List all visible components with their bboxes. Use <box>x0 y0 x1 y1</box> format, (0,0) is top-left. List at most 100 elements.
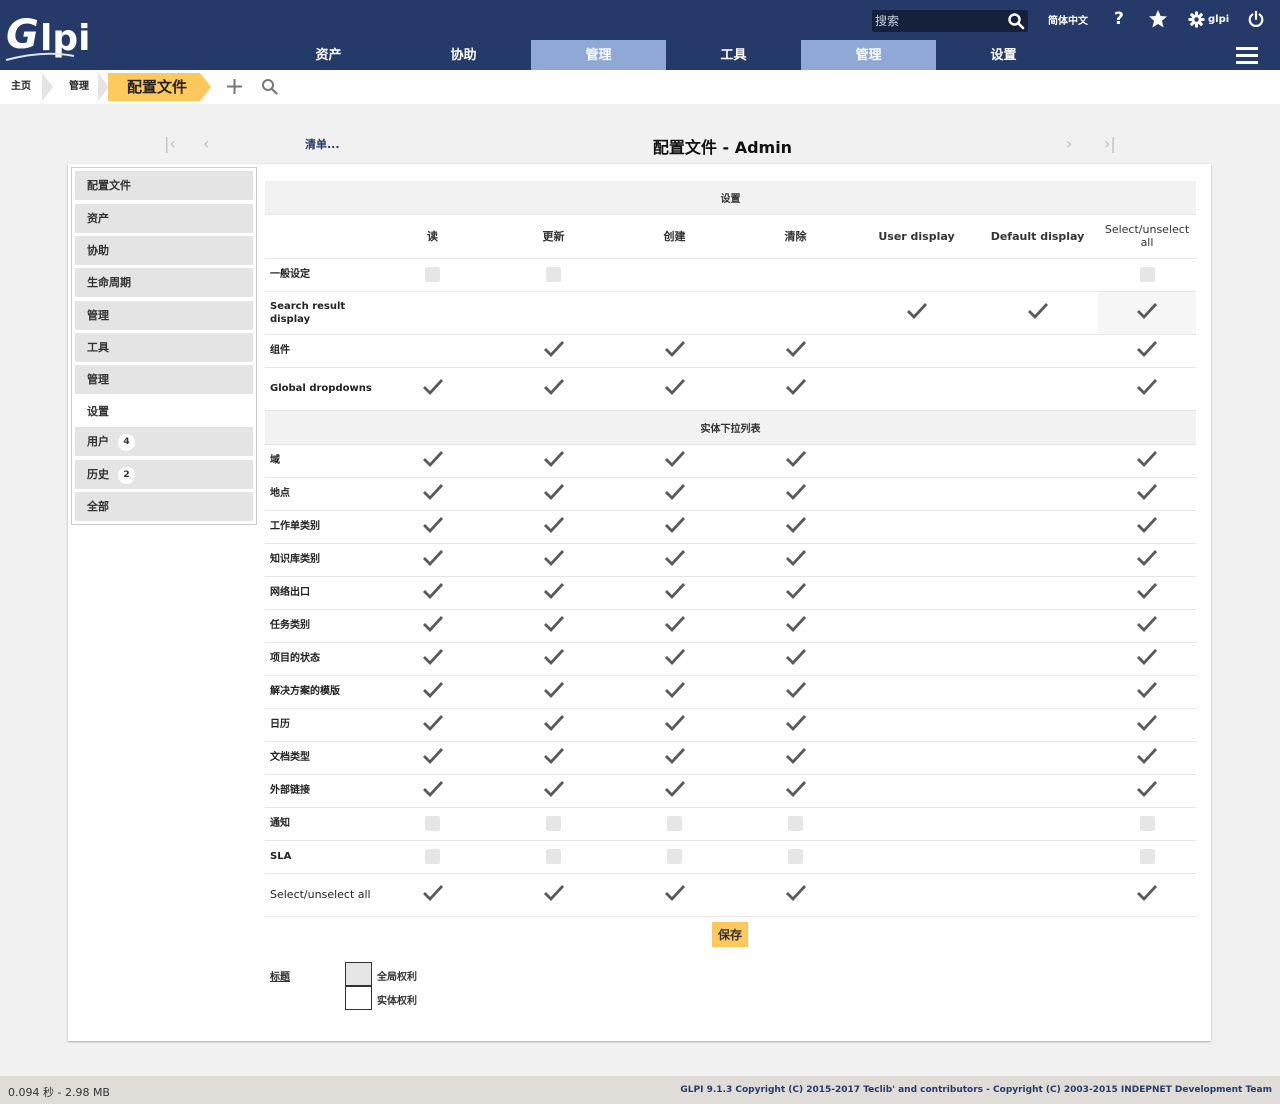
checkmark-icon[interactable] <box>785 715 807 735</box>
tab-profile[interactable]: 配置文件 <box>75 171 253 200</box>
checkmark-icon[interactable] <box>543 781 565 801</box>
checkmark-icon[interactable] <box>422 781 444 801</box>
checkmark-icon[interactable] <box>1136 583 1158 603</box>
tab-management[interactable]: 管理 <box>75 301 253 330</box>
checkmark-icon[interactable] <box>1136 616 1158 636</box>
checkmark-icon[interactable] <box>1136 682 1158 702</box>
tab-history[interactable]: 历史 2 <box>75 460 253 489</box>
checkmark-icon[interactable] <box>543 341 565 361</box>
checkmark-icon[interactable] <box>664 341 686 361</box>
checkmark-icon[interactable] <box>906 303 928 323</box>
menu-assets[interactable]: 资产 <box>261 40 396 70</box>
checkmark-icon[interactable] <box>785 616 807 636</box>
tab-administration[interactable]: 管理 <box>75 365 253 394</box>
glpi-logo[interactable]: G lpi <box>4 4 104 66</box>
checkmark-icon[interactable] <box>664 649 686 669</box>
star-icon[interactable] <box>1148 9 1168 29</box>
checkmark-icon[interactable] <box>664 517 686 537</box>
checkmark-icon[interactable] <box>422 748 444 768</box>
checkmark-icon[interactable] <box>543 748 565 768</box>
search-icon[interactable] <box>261 78 278 95</box>
checkmark-icon[interactable] <box>543 517 565 537</box>
checkmark-icon[interactable] <box>1136 451 1158 471</box>
breadcrumb-current[interactable]: 配置文件 <box>108 73 200 101</box>
hamburger-menu-icon[interactable] <box>1236 47 1258 65</box>
checkmark-icon[interactable] <box>1136 550 1158 570</box>
checkmark-icon[interactable] <box>422 649 444 669</box>
checkbox[interactable] <box>788 816 803 831</box>
checkbox[interactable] <box>425 816 440 831</box>
checkmark-icon[interactable] <box>422 379 444 399</box>
checkmark-icon[interactable] <box>543 550 565 570</box>
search-input[interactable] <box>875 12 1001 30</box>
checkmark-icon[interactable] <box>785 379 807 399</box>
tab-setup[interactable]: 设置 <box>75 397 253 426</box>
checkmark-icon[interactable] <box>1136 748 1158 768</box>
checkmark-icon[interactable] <box>1136 781 1158 801</box>
checkmark-icon[interactable] <box>785 484 807 504</box>
checkbox[interactable] <box>1139 849 1155 864</box>
checkmark-icon[interactable] <box>785 341 807 361</box>
checkmark-icon[interactable] <box>422 517 444 537</box>
previous-item-icon[interactable]: ‹ <box>203 134 209 153</box>
checkmark-icon[interactable] <box>1136 341 1158 361</box>
checkmark-icon[interactable] <box>664 451 686 471</box>
checkmark-icon[interactable] <box>664 715 686 735</box>
list-link[interactable]: 清单... <box>305 136 340 152</box>
checkmark-icon[interactable] <box>785 649 807 669</box>
checkmark-icon[interactable] <box>543 616 565 636</box>
tab-tools[interactable]: 工具 <box>75 333 253 362</box>
checkbox[interactable] <box>425 267 440 282</box>
checkbox[interactable] <box>667 849 682 864</box>
checkbox[interactable] <box>1139 267 1155 282</box>
checkmark-icon[interactable] <box>1136 715 1158 735</box>
checkbox[interactable] <box>546 267 561 282</box>
checkmark-icon[interactable] <box>422 616 444 636</box>
checkmark-icon[interactable] <box>543 379 565 399</box>
checkbox[interactable] <box>546 849 561 864</box>
logout-icon[interactable] <box>1247 9 1265 29</box>
checkbox[interactable] <box>788 849 803 864</box>
checkmark-icon[interactable] <box>664 484 686 504</box>
checkmark-icon[interactable] <box>543 484 565 504</box>
menu-setup[interactable]: 设置 <box>936 40 1071 70</box>
checkmark-icon[interactable] <box>543 451 565 471</box>
checkmark-icon[interactable] <box>664 781 686 801</box>
checkmark-icon[interactable] <box>422 451 444 471</box>
checkmark-icon[interactable] <box>785 885 807 905</box>
checkmark-icon[interactable] <box>422 885 444 905</box>
checkbox[interactable] <box>667 816 682 831</box>
checkbox[interactable] <box>1139 816 1155 831</box>
tab-all[interactable]: 全部 <box>75 492 253 521</box>
checkbox[interactable] <box>546 816 561 831</box>
checkmark-icon[interactable] <box>785 517 807 537</box>
save-button[interactable]: 保存 <box>712 922 748 947</box>
menu-administration[interactable]: 管理 <box>801 40 936 70</box>
footer-copyright[interactable]: GLPI 9.1.3 Copyright (C) 2015-2017 Tecli… <box>680 1085 1272 1095</box>
checkmark-icon[interactable] <box>422 550 444 570</box>
checkmark-icon[interactable] <box>1136 649 1158 669</box>
checkmark-icon[interactable] <box>543 649 565 669</box>
checkmark-icon[interactable] <box>422 484 444 504</box>
checkmark-icon[interactable] <box>785 682 807 702</box>
checkmark-icon[interactable] <box>664 379 686 399</box>
menu-management[interactable]: 管理 <box>531 40 666 70</box>
column-header-select-all[interactable]: Select/unselect all <box>1098 214 1196 259</box>
checkmark-icon[interactable] <box>664 885 686 905</box>
row-label[interactable]: Select/unselect all <box>265 873 372 917</box>
menu-assistance[interactable]: 协助 <box>396 40 531 70</box>
search-icon[interactable] <box>1007 12 1025 30</box>
checkmark-icon[interactable] <box>664 748 686 768</box>
checkmark-icon[interactable] <box>664 682 686 702</box>
checkmark-icon[interactable] <box>785 583 807 603</box>
checkmark-icon[interactable] <box>785 748 807 768</box>
checkmark-icon[interactable] <box>1136 303 1158 323</box>
menu-tools[interactable]: 工具 <box>666 40 801 70</box>
checkmark-icon[interactable] <box>422 715 444 735</box>
breadcrumb-home[interactable]: 主页 <box>11 70 31 104</box>
checkmark-icon[interactable] <box>664 583 686 603</box>
checkmark-icon[interactable] <box>785 550 807 570</box>
breadcrumb-administration[interactable]: 管理 <box>69 70 89 104</box>
checkbox[interactable] <box>425 849 440 864</box>
checkmark-icon[interactable] <box>543 715 565 735</box>
